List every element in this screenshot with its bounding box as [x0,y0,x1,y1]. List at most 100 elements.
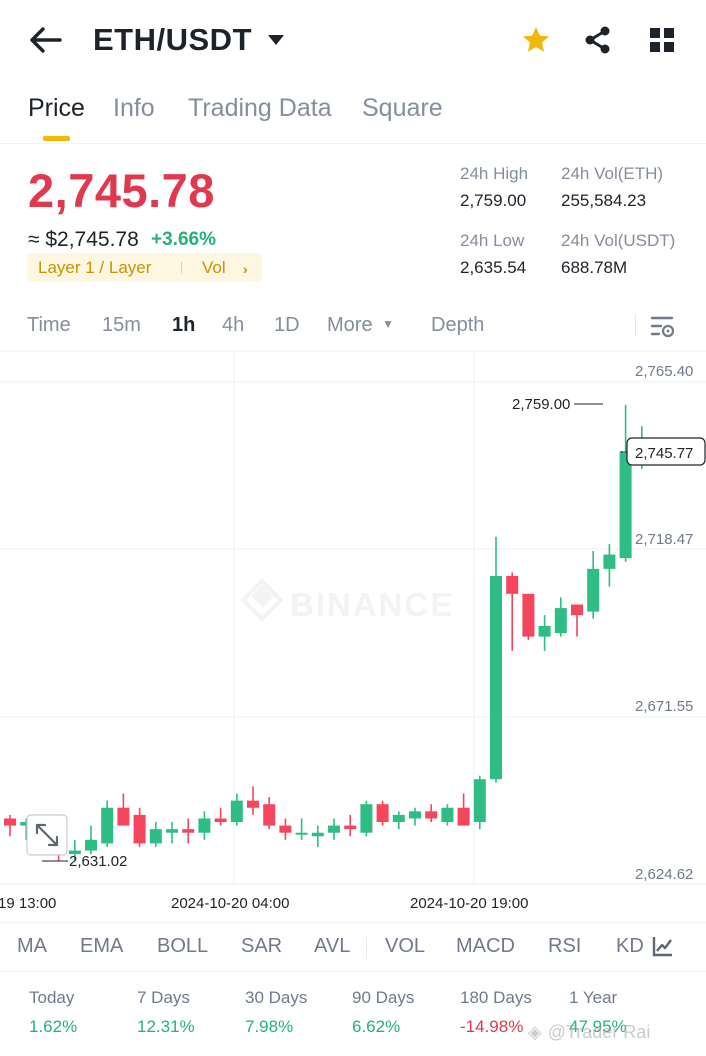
tag-divider [181,262,182,273]
candle-body [247,800,259,808]
candle-body [263,804,276,826]
performance-row: Today 1.62% 7 Days 12.31% 30 Days 7.98% … [0,978,706,1056]
tab-info[interactable]: Info [113,94,155,123]
usd-price: ≈ $2,745.78 [28,228,139,251]
vol-eth-label: 24h Vol(ETH) [561,164,664,183]
interval-4h[interactable]: 4h [222,314,244,337]
last-price-tag-label: 2,745.77 [635,445,693,462]
candlestick-chart[interactable]: BINANCE 2,765.40 2,718.47 2,671.55 2,624… [0,350,706,920]
indicator-rsi[interactable]: RSI [548,935,581,958]
candle-body [295,832,308,835]
indicator-macd[interactable]: MACD [456,935,515,958]
tab-price[interactable]: Price [28,94,85,123]
indicator-avl[interactable]: AVL [314,935,350,958]
indicator-ema[interactable]: EMA [80,935,123,958]
candle-body [538,625,551,637]
low-24h-value: 2,635.54 [460,258,527,277]
candle-body [85,839,97,851]
grid-icon[interactable] [646,24,678,56]
y-tick-label: 2,765.40 [635,363,693,380]
candle-body [279,825,292,833]
more-caret-icon: ▼ [382,317,395,331]
perf-value: 12.31% [137,1017,195,1036]
expand-chart-button[interactable] [26,814,68,856]
perf-value: 7.98% [245,1017,294,1036]
candle-body [230,800,243,823]
candle-body [101,807,114,844]
candle-body [214,818,227,823]
trading-pair-title[interactable]: ETH/USDT [93,22,252,58]
category-tag[interactable]: Layer 1 / Layer Vol › [27,253,262,282]
perf-value: 1.62% [29,1017,78,1036]
binance-watermark: BINANCE [240,578,454,623]
perf-value: -14.98% [460,1017,524,1036]
candle-body [4,818,16,826]
perf-label: 180 Days [460,988,532,1007]
price-change-percent: +3.66% [151,229,216,250]
candle-body [182,829,195,833]
perf-label: Today [29,988,75,1007]
max-price-label: 2,759.00 [512,396,570,413]
vol-tag-label: Vol [202,258,226,277]
back-arrow-icon[interactable] [28,24,64,56]
indicator-ma[interactable]: MA [17,935,47,958]
candle-body [522,593,535,637]
tab-square[interactable]: Square [362,94,443,123]
tab-trading-data[interactable]: Trading Data [188,94,332,123]
price-annotations: 2,759.00 2,631.02 2,745.77 [42,396,706,870]
chart-settings-icon[interactable] [650,314,676,340]
last-price: 2,745.78 [28,164,215,217]
star-icon[interactable] [520,24,552,56]
section-tabs: Price Info Trading Data Square [0,88,706,144]
indicator-divider [366,937,367,959]
top-bar: ETH/USDT [0,0,706,82]
watermark-text: BINANCE [290,586,454,623]
candle-body [409,811,421,819]
candle-body [344,825,357,830]
interval-1d[interactable]: 1D [274,314,300,337]
candle-body [506,575,519,594]
candle-body [441,807,454,823]
dropdown-caret-icon[interactable] [266,33,286,47]
category-tag-label: Layer 1 / Layer [38,258,152,277]
watermark-text: @Trader Rai [547,1022,651,1042]
candle-body [198,818,211,833]
high-24h-value: 2,759.00 [460,191,527,210]
candle-body [392,814,405,823]
perf-label: 1 Year [569,988,618,1007]
watermark-logo-icon: ◈ [528,1022,542,1042]
share-icon[interactable] [582,24,614,56]
candle-body [619,451,632,559]
overlay-watermark: ◈ @Trader Rai [528,1020,650,1044]
perf-label: 30 Days [245,988,308,1007]
active-tab-indicator [43,136,70,141]
candle-body [133,814,146,844]
interval-depth[interactable]: Depth [431,314,484,337]
candle-body [571,604,583,616]
interval-bar: Time 15m 1h 4h 1D More ▼ Depth [0,304,706,348]
interval-more-label: More [327,314,373,336]
indicator-vol[interactable]: VOL [385,935,425,958]
candle-body [149,829,162,844]
interval-divider [635,314,636,336]
interval-time[interactable]: Time [27,314,71,337]
interval-1h[interactable]: 1h [172,314,195,337]
candle-body [554,608,567,634]
interval-more[interactable]: More ▼ [327,314,394,337]
interval-15m[interactable]: 15m [102,314,141,337]
indicator-kd[interactable]: KD [616,935,644,958]
candle-body [117,807,130,826]
candle-body [166,829,178,833]
vol-eth-value: 255,584.23 [561,191,647,210]
price-chart[interactable]: BINANCE 2,765.40 2,718.47 2,671.55 2,624… [0,350,706,920]
y-tick-label: 2,718.47 [635,531,693,548]
candle-body [587,568,600,612]
candle-body [473,779,486,823]
y-tick-label: 2,671.55 [635,698,693,715]
x-tick-label: 2024-10-20 04:00 [171,895,289,912]
y-tick-label: 2,624.62 [635,866,693,883]
candle-body [376,804,389,823]
indicator-boll[interactable]: BOLL [157,935,208,958]
indicator-sar[interactable]: SAR [241,935,282,958]
indicator-settings-icon[interactable] [652,935,674,957]
